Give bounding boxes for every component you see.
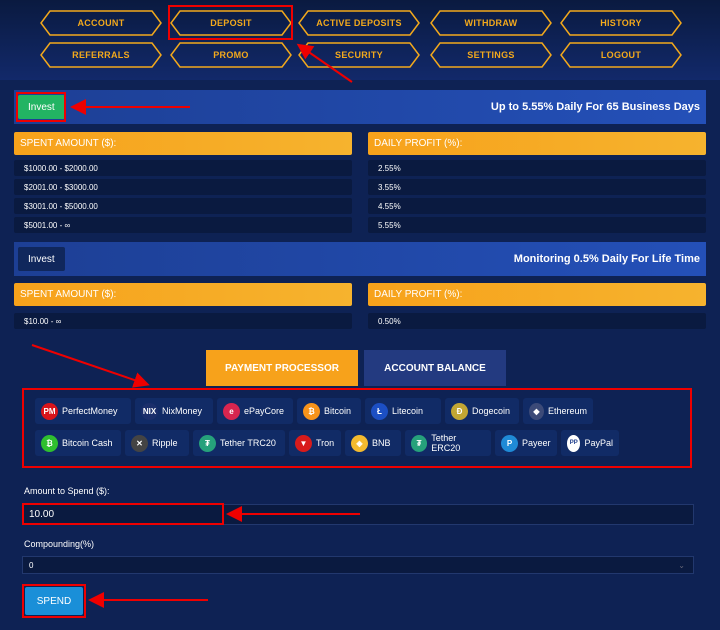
annotation-arrows [31, 43, 360, 608]
